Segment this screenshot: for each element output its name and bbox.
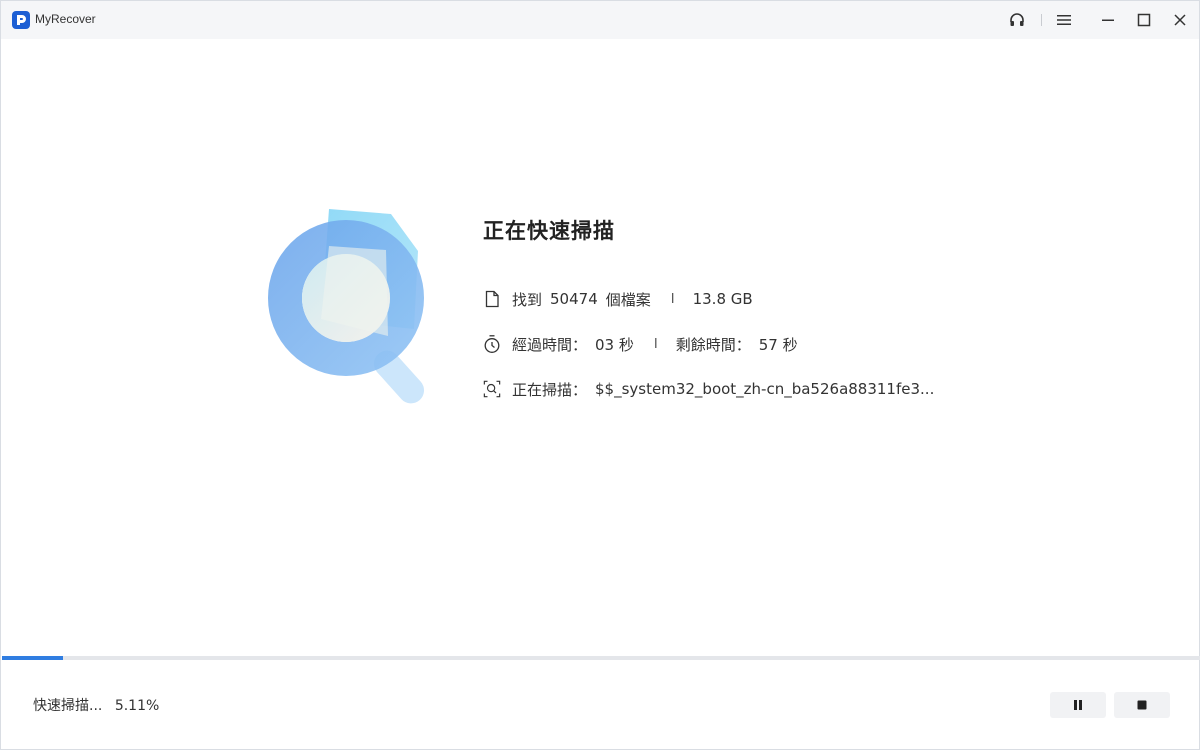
file-icon (483, 289, 501, 309)
scan-title: 正在快速掃描 (483, 219, 615, 243)
menu-icon[interactable] (1051, 8, 1077, 32)
found-count: 50474 (550, 290, 598, 308)
app-logo-icon (12, 11, 30, 29)
scanning-file-row: 正在掃描： $$_system32_boot_zh-cn_ba526a88311… (483, 378, 934, 400)
titlebar-divider (1041, 14, 1042, 26)
info-separator: I (670, 291, 675, 307)
scan-search-icon (483, 379, 501, 399)
close-icon[interactable] (1167, 8, 1193, 32)
stop-icon (1136, 696, 1148, 715)
maximize-icon[interactable] (1131, 8, 1157, 32)
scan-progress-fill (2, 656, 64, 660)
timer-icon (483, 334, 501, 354)
scanning-label: 正在掃描： (512, 380, 588, 399)
files-found-row: 找到 50474 個檔案 I 13.8 GB (483, 288, 753, 310)
title-bar: MyRecover (1, 1, 1199, 39)
status-label: 快速掃描... (33, 698, 103, 714)
minimize-icon[interactable] (1095, 8, 1121, 32)
pause-icon (1072, 696, 1084, 715)
stop-button[interactable] (1114, 692, 1170, 718)
scan-status: 快速掃描... 5.11% (33, 695, 159, 715)
found-unit: 個檔案 (605, 290, 651, 309)
elapsed-value: 03 秒 (595, 335, 634, 354)
app-window: MyRecover 正在快速掃描 找到 50474 個檔案 I 13.8 GB … (0, 0, 1200, 750)
info-separator: I (653, 336, 658, 352)
time-row: 經過時間： 03 秒 I 剩餘時間： 57 秒 (483, 333, 798, 355)
pause-button[interactable] (1050, 692, 1106, 718)
status-percent: 5.11% (114, 698, 160, 714)
scan-magnifier-illustration (266, 206, 441, 406)
scanning-file: $$_system32_boot_zh-cn_ba526a88311fe3... (595, 380, 935, 398)
found-label: 找到 (512, 290, 543, 309)
remaining-value: 57 秒 (758, 335, 798, 354)
elapsed-label: 經過時間： (512, 335, 588, 354)
found-size: 13.8 GB (692, 290, 753, 308)
headset-icon[interactable] (1004, 8, 1030, 32)
scan-progress-bar (2, 656, 1200, 660)
app-title: MyRecover (35, 12, 96, 26)
remaining-label: 剩餘時間： (675, 335, 751, 354)
